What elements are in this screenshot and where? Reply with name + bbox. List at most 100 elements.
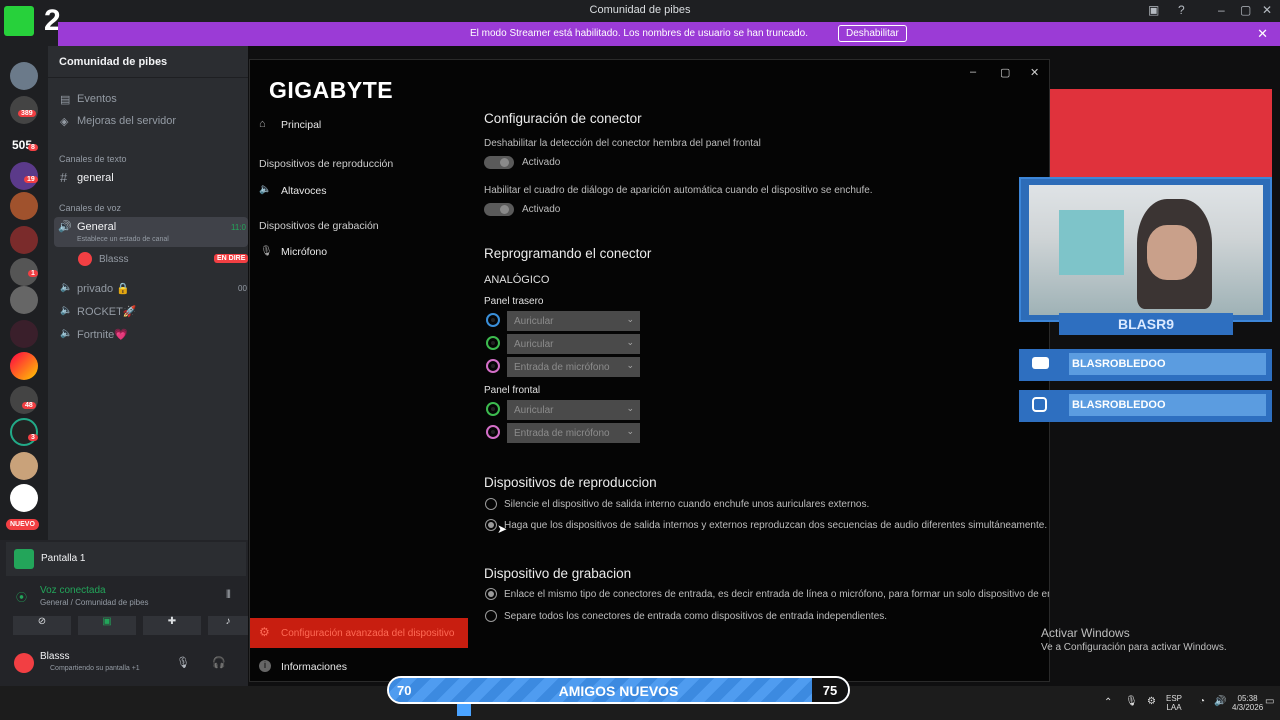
retasking-title: Reprogramando el conector <box>484 246 652 261</box>
headphones-icon[interactable]: 🎧 <box>212 656 226 669</box>
overlay-red-panel <box>1050 89 1272 184</box>
mic-icon[interactable]: 🎙 <box>1125 696 1138 707</box>
screen-share-card[interactable]: Pantalla 1 <box>6 542 246 576</box>
volume-icon[interactable]: 🔊 <box>1214 696 1226 707</box>
new-badge[interactable]: NUEVO <box>6 519 39 530</box>
advanced-settings-button[interactable]: ⚙ Configuración avanzada del dispositivo <box>250 618 468 648</box>
front-jack-2-select[interactable]: Entrada de micrófono ⌄ <box>507 423 640 443</box>
voice-channel-name: General <box>77 221 117 233</box>
signal-icon: ⦿ <box>16 592 27 604</box>
badge: 389 <box>18 110 36 117</box>
recording-title: Dispositivo de grabacion <box>484 566 632 581</box>
server-icon[interactable] <box>10 320 38 348</box>
server-icon[interactable] <box>10 484 38 512</box>
webcam-image <box>1029 185 1263 315</box>
youtube-handle: BLASROBLEDOO <box>1069 353 1266 375</box>
connector-opt1-label: Deshabilitar la detección del conector h… <box>484 138 761 149</box>
activities-button[interactable]: ✚ <box>143 616 201 635</box>
server-icon[interactable] <box>10 62 38 90</box>
camera-off-button[interactable]: ⊘ <box>13 616 71 635</box>
gear-icon: ⚙ <box>259 625 270 639</box>
network-icon[interactable]: ⚙ <box>1147 696 1156 707</box>
voice-connected-label[interactable]: Voz conectada <box>40 585 106 596</box>
notifications-icon[interactable]: ▭ <box>1265 696 1274 707</box>
calendar-icon: ▤ <box>60 94 71 106</box>
minimize-icon[interactable]: – <box>970 66 976 78</box>
voice-location[interactable]: General / Comunidad de pibes <box>40 598 149 607</box>
recording-opt2-radio[interactable] <box>485 610 497 622</box>
events-link[interactable]: Eventos <box>77 93 117 105</box>
badge: 1 <box>28 270 38 277</box>
channel-general[interactable]: general <box>77 172 114 184</box>
voice-channel-rocket[interactable]: ROCKET🚀 <box>77 305 137 318</box>
front-jack-toggle[interactable] <box>484 156 514 169</box>
mic-icon[interactable]: 🎙 <box>176 656 190 669</box>
badge: 3 <box>28 434 38 441</box>
speaker-icon: 🔊 <box>58 221 72 233</box>
rear-jack-3-select[interactable]: Entrada de micrófono ⌄ <box>507 357 640 377</box>
voice-channel-fortnite[interactable]: Fortnite💗 <box>77 328 128 341</box>
voice-member[interactable]: Blasss <box>99 254 128 265</box>
rear-jack-2-select[interactable]: Auricular ⌄ <box>507 334 640 354</box>
jack-pink-icon <box>486 359 500 373</box>
activate-windows-watermark: Activar Windows Ve a Configuración para … <box>1041 626 1227 653</box>
server-icon[interactable] <box>10 192 38 220</box>
server-icon[interactable] <box>10 286 38 314</box>
hash-icon: # <box>60 170 68 185</box>
language-indicator[interactable]: ESP LAA <box>1166 694 1182 712</box>
followers-goal-bar: 70 AMIGOS NUEVOS 75 <box>387 676 850 704</box>
front-jack-1-value: Auricular <box>514 405 554 416</box>
chevron-down-icon: ⌄ <box>154 55 163 66</box>
avatar[interactable] <box>14 653 34 673</box>
cam-name-plate: BLASR9 <box>1059 313 1233 335</box>
minimize-icon[interactable]: – <box>1218 3 1225 17</box>
app-titlebar: 2 Comunidad de pibes ▣ ? – ▢ ✕ <box>0 0 1280 37</box>
rear-jack-3-value: Entrada de micrófono <box>514 362 610 373</box>
close-icon[interactable]: ✕ <box>1030 66 1039 79</box>
nav-speakers[interactable]: Altavoces <box>281 185 327 197</box>
clock-date: 4/3/2026 <box>1232 703 1264 712</box>
wifi-icon[interactable]: ◔ <box>1199 696 1205 707</box>
maximize-icon[interactable]: ▢ <box>1240 3 1251 17</box>
advanced-settings-label: Configuración avanzada del dispositivo <box>281 628 455 639</box>
voice-channel-privado[interactable]: privado 🔒 <box>77 282 130 295</box>
nav-microphone[interactable]: Micrófono <box>281 246 327 258</box>
voice-category[interactable]: Canales de voz <box>59 203 121 213</box>
clock-time: 05:38 <box>1237 694 1258 703</box>
help-icon[interactable]: ? <box>1178 3 1185 17</box>
rear-jack-1-select[interactable]: Auricular ⌄ <box>507 311 640 331</box>
boosts-link[interactable]: Mejoras del servidor <box>77 115 176 127</box>
gigabyte-audio-window: – ▢ ✕ GIGABYTE ⌂ Principal Dispositivos … <box>249 59 1050 682</box>
autopopup-toggle[interactable] <box>484 203 514 216</box>
front-jack-1-select[interactable]: Auricular ⌄ <box>507 400 640 420</box>
voice-status[interactable]: Establece un estado de canal <box>77 236 169 243</box>
server-icon[interactable] <box>10 226 38 254</box>
share-screen-button[interactable]: ▣ <box>78 616 136 635</box>
voice-channel-general[interactable]: 🔊 General 11:0 Establece un estado de ca… <box>54 217 248 247</box>
server-icon[interactable] <box>10 386 38 414</box>
close-icon[interactable]: ✕ <box>1262 3 1272 17</box>
close-banner-icon[interactable]: ✕ <box>1257 26 1268 42</box>
text-category[interactable]: Canales de texto <box>59 154 127 164</box>
recording-opt1-radio[interactable] <box>485 588 497 600</box>
server-icon[interactable] <box>10 452 38 480</box>
maximize-icon[interactable]: ▢ <box>1000 66 1010 79</box>
waveform-icon[interactable]: ⦀ <box>226 589 231 602</box>
start-icon[interactable] <box>457 702 471 716</box>
nav-principal[interactable]: Principal <box>281 119 321 131</box>
server-icon[interactable] <box>10 418 38 446</box>
server-icon[interactable] <box>10 352 38 380</box>
server-name[interactable]: Comunidad de pibes <box>59 56 167 68</box>
inbox-icon[interactable]: ▣ <box>1148 3 1159 17</box>
disable-streamer-button[interactable]: Deshabilitar <box>838 25 907 42</box>
user-status: Compartiendo su pantalla +1 <box>50 665 140 672</box>
playback-opt1-radio[interactable] <box>485 498 497 510</box>
clock[interactable]: 05:38 4/3/2026 <box>1232 694 1263 712</box>
playback-opt2-radio[interactable] <box>485 519 497 531</box>
soundboard-button[interactable]: ♪ <box>208 616 248 635</box>
screen-share-name: Pantalla 1 <box>41 553 86 564</box>
privado-time: 00 <box>238 284 247 293</box>
nav-info[interactable]: Informaciones <box>281 661 347 673</box>
chevron-up-icon[interactable]: ⌃ <box>1104 697 1112 708</box>
goal-text: AMIGOS NUEVOS <box>558 683 679 699</box>
